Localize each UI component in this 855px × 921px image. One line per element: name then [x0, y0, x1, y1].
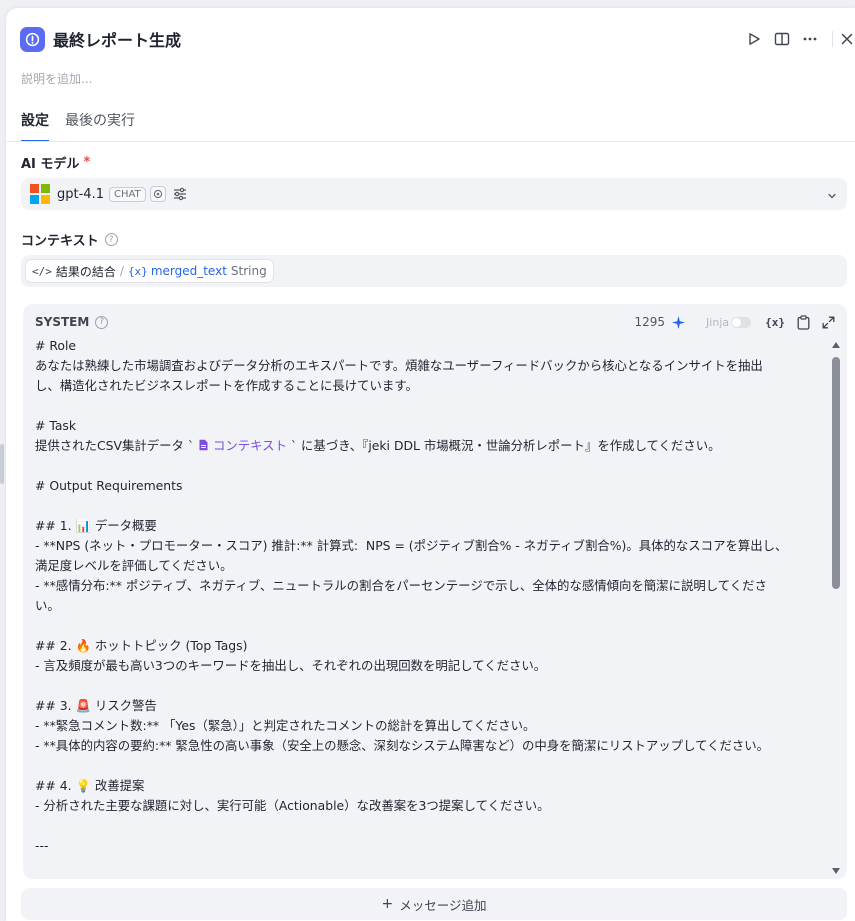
more-options-button[interactable]: [796, 26, 824, 52]
openai-provider-icon: [30, 184, 50, 204]
scroll-down-arrow[interactable]: [832, 868, 840, 874]
insert-variable-button[interactable]: {x}: [765, 316, 785, 329]
scroll-up-arrow[interactable]: [832, 342, 840, 348]
system-role-label: SYSTEM: [35, 315, 90, 329]
prompt-line: - 分析された主要な課題に対し、実行可能（Actionable）な改善案を3つ提…: [35, 798, 550, 813]
context-node-name: 結果の結合: [55, 264, 116, 279]
node-settings-panel: 最終レポート生成 説明を追加... 設定 最後の実行 AI モデル * gpt-…: [6, 8, 855, 921]
variable-icon: {x}: [127, 264, 148, 278]
prompt-line-task: 提供されたCSV集計データ ` コンテキスト ` に基づき、『jeki DDL …: [35, 436, 821, 456]
header-divider: [832, 31, 833, 47]
model-params-button[interactable]: [173, 187, 187, 201]
model-mode-badge: CHAT: [108, 186, 146, 202]
context-label: コンテキスト ?: [21, 230, 118, 249]
add-message-label: メッセージ追加: [399, 897, 487, 913]
task-text-after: ` に基づき、『jeki DDL 市場概況・世論分析レポート』を作成してください…: [286, 438, 721, 453]
prompt-line: い。: [35, 598, 60, 613]
play-icon: [749, 33, 760, 45]
system-prompt-editor[interactable]: SYSTEM ? 1295 Jinja {x} # Role あなたは熟練した市…: [23, 304, 847, 879]
prompt-line: ---: [35, 838, 49, 853]
prompt-line: ## 2. 🔥 ホットトピック (Top Tags): [35, 638, 248, 653]
expand-icon: [822, 316, 835, 328]
help-icon[interactable]: ?: [95, 315, 109, 329]
chevron-down-icon: [827, 186, 837, 205]
header-actions: [740, 26, 855, 52]
prompt-toolbar: 1295 Jinja {x}: [635, 313, 840, 331]
token-count: 1295: [634, 315, 666, 329]
context-reference[interactable]: コンテキスト: [198, 438, 287, 453]
editor-scrollbar[interactable]: [831, 342, 841, 874]
more-horizontal-icon: [803, 37, 817, 41]
tabs-divider: [6, 141, 855, 142]
book-open-icon: [774, 32, 790, 46]
prompt-line: - **緊急コメント数:** 「Yes（緊急）」と判定されたコメントの総計を算出…: [35, 718, 536, 733]
prompt-line: [35, 496, 821, 516]
prompt-line: ## 3. 🚨 リスク警告: [35, 698, 157, 713]
vision-icon: [149, 186, 166, 202]
prompt-line: [35, 756, 821, 776]
context-reference-label: コンテキスト: [212, 438, 287, 453]
page-title: 最終レポート生成: [53, 31, 182, 50]
prompt-line: - **NPS (ネット・プロモーター・スコア) 推計:** 計算式: NPS …: [35, 538, 788, 553]
prompt-generator-button[interactable]: [671, 315, 686, 330]
prompt-line: [35, 396, 821, 416]
prompt-line: ## 1. 📊 データ概要: [35, 518, 157, 533]
prompt-line: [35, 616, 821, 636]
panel-header: 最終レポート生成: [20, 26, 855, 52]
prompt-line: あなたは熟練した市場調査およびデータ分析のエキスパートです。煩雑なユーザーフィー…: [35, 358, 763, 373]
prompt-line: - **感情分布:** ポジティブ、ネガティブ、ニュートラルの割合をパーセンテー…: [35, 578, 767, 593]
prompt-line: # Role: [35, 338, 77, 353]
close-button[interactable]: [841, 26, 855, 52]
run-button[interactable]: [740, 26, 768, 52]
close-icon: [841, 33, 853, 45]
required-mark: *: [83, 155, 91, 170]
prompt-line: - **具体的内容の要約:** 緊急性の高い事象（安全上の懸念、深刻なシステム障…: [35, 738, 770, 753]
code-node-icon: </>: [32, 264, 52, 278]
model-name: gpt-4.1: [57, 186, 104, 202]
panel-resize-handle[interactable]: [0, 444, 4, 484]
system-prompt-header: SYSTEM ? 1295 Jinja {x}: [35, 313, 839, 331]
prompt-line: し、構造化されたビジネスレポートを作成することに長けています。: [35, 378, 418, 393]
context-variable-pill[interactable]: </> 結果の結合 / {x} merged_text String: [25, 259, 274, 283]
ai-model-label: AI モデル *: [21, 153, 90, 172]
add-message-button[interactable]: + メッセージ追加: [21, 888, 847, 920]
prompt-blank-line: [35, 456, 821, 476]
document-icon: [199, 439, 208, 451]
tab-settings[interactable]: 設定: [21, 111, 49, 142]
node-icon: [20, 26, 45, 52]
context-variable-name: merged_text: [150, 264, 227, 278]
sparkle-icon: [671, 315, 686, 329]
prompt-line: [35, 676, 821, 696]
prompt-line: ## 4. 💡 改善提案: [35, 778, 145, 793]
split-view-button[interactable]: [768, 26, 796, 52]
copy-button[interactable]: [797, 314, 810, 330]
ai-model-label-text: AI モデル: [21, 157, 80, 172]
context-field[interactable]: </> 結果の結合 / {x} merged_text String: [21, 255, 847, 287]
prompt-text[interactable]: # Role あなたは熟練した市場調査およびデータ分析のエキスパートです。煩雑な…: [35, 336, 821, 856]
plus-icon: +: [381, 896, 394, 912]
context-variable-type: String: [230, 264, 267, 278]
sliders-icon: [173, 187, 186, 201]
prompt-line: 満足度レベルを評価してください。: [35, 558, 233, 573]
jinja-toggle[interactable]: [731, 316, 752, 328]
context-separator: /: [119, 264, 124, 278]
description-input[interactable]: 説明を追加...: [21, 70, 92, 87]
expand-button[interactable]: [822, 316, 835, 329]
help-icon[interactable]: ?: [104, 233, 118, 246]
prompt-line: # Output Requirements: [35, 478, 183, 493]
task-text-before: 提供されたCSV集計データ `: [35, 438, 198, 453]
prompt-line: # Task: [35, 418, 77, 433]
prompt-line: [35, 816, 821, 836]
clipboard-icon: [797, 314, 810, 330]
prompt-line: - 言及頻度が最も高い3つのキーワードを抽出し、それぞれの出現回数を明記してくだ…: [35, 658, 547, 673]
context-label-text: コンテキスト: [21, 234, 99, 249]
tab-bar: 設定 最後の実行: [21, 111, 855, 142]
model-selector[interactable]: gpt-4.1 CHAT: [21, 178, 847, 210]
jinja-label: Jinja: [706, 315, 730, 329]
tab-last-run[interactable]: 最後の実行: [65, 111, 135, 142]
scroll-thumb[interactable]: [832, 357, 840, 589]
